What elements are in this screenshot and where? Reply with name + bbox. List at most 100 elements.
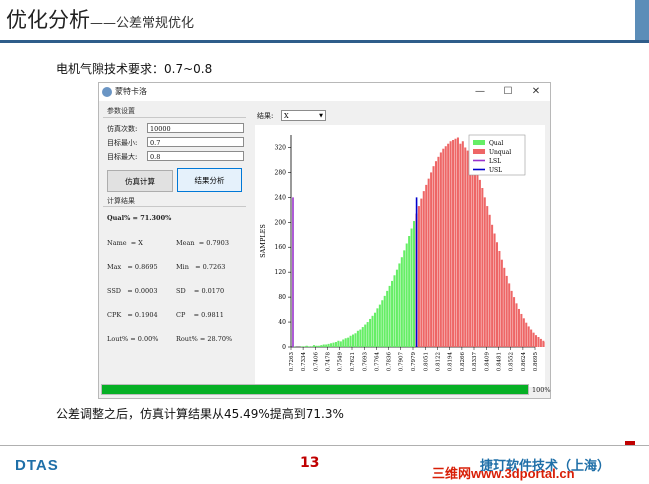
target-max-label: 目标最大: [107, 153, 138, 161]
progress-bar [101, 384, 529, 395]
result-selector[interactable]: X ▼ [281, 110, 326, 121]
histogram-bar [320, 345, 323, 347]
histogram-bar [530, 329, 533, 347]
target-min-label: 目标最小: [107, 139, 138, 147]
sim-count-label: 仿真次数: [107, 125, 138, 133]
progress-text: 100% [532, 386, 551, 394]
slide-title: 优化分析——公差常规优化 [6, 4, 194, 34]
histogram-bar [491, 224, 494, 347]
close-icon[interactable]: ✕ [523, 84, 549, 100]
histogram-bar [515, 303, 518, 347]
legend-swatch [473, 149, 485, 154]
histogram-bar [456, 137, 459, 347]
title-underline [0, 40, 649, 43]
legend-label: USL [489, 167, 502, 174]
histogram-bar [344, 338, 347, 347]
histogram-bar [366, 322, 369, 347]
x-tick-label: 0.8051 [423, 352, 429, 371]
histogram-bar [520, 313, 523, 347]
divider [103, 117, 246, 118]
histogram-bar [513, 297, 516, 347]
sim-count-input[interactable]: 10000 [147, 123, 244, 133]
x-tick-label: 0.7836 [387, 352, 393, 372]
x-tick-label: 0.7334 [301, 352, 307, 372]
target-min-input[interactable]: 0.7 [147, 137, 244, 147]
histogram-bar [303, 346, 306, 347]
histogram-bar [400, 257, 403, 347]
histogram-bar [388, 285, 391, 347]
histogram-bar [478, 179, 481, 347]
histogram-bar [454, 138, 457, 347]
y-tick-label: 160 [275, 244, 287, 251]
histogram-bar [305, 345, 308, 347]
stat-cp: CP = 0.9811 [176, 311, 224, 319]
left-panel: 参数设置 仿真次数: 10000 目标最小: 0.7 目标最大: 0.8 仿真计… [103, 103, 246, 379]
histogram-bar [413, 221, 416, 347]
x-tick-label: 0.8624 [521, 352, 527, 372]
legend-label: Unqual [489, 149, 511, 156]
histogram-bar [322, 344, 325, 347]
histogram-bar [481, 188, 484, 347]
histogram-chart: 0 40 80 120 160 200 240 280 320 SAMPLES 0.7263 0.73… [259, 134, 559, 372]
histogram-bar [417, 206, 420, 347]
histogram-bar [383, 295, 386, 347]
params-group-label: 参数设置 [107, 107, 135, 115]
histogram-bar [474, 164, 477, 347]
histogram-bar [349, 335, 352, 347]
histogram-bar [488, 214, 491, 347]
histogram-bar [522, 318, 525, 347]
maximize-icon[interactable]: ☐ [495, 84, 521, 100]
stat-rout: Rout% = 28.70% [176, 335, 233, 343]
histogram-bar [339, 341, 342, 347]
histogram-bar [373, 312, 376, 347]
y-tick-label: 120 [275, 269, 287, 276]
histogram-bar [403, 250, 406, 347]
histogram-bar [432, 166, 435, 347]
histogram-bar [300, 346, 303, 347]
x-tick-label: 0.7907 [399, 352, 405, 372]
histogram-bar [449, 141, 452, 347]
histogram-bar [381, 300, 384, 347]
histogram-bar [444, 146, 447, 347]
histogram-bar [422, 191, 425, 347]
histogram-bar [471, 159, 474, 347]
qual-percent: Qual% = 71.300% [107, 214, 172, 222]
y-tick-label: 200 [275, 219, 287, 226]
histogram-bar [308, 346, 311, 347]
histogram-bar [310, 346, 313, 347]
target-max-input[interactable]: 0.8 [147, 151, 244, 161]
stat-mean: Mean = 0.7903 [176, 239, 229, 247]
histogram-bar [405, 243, 408, 347]
slide-title-main: 优化分析 [6, 8, 90, 32]
histogram-bar [483, 197, 486, 347]
histogram-panel: 0 40 80 120 160 200 240 280 320 SAMPLES 0.7263 0.73… [255, 125, 559, 387]
footer-accent [625, 441, 635, 445]
result-selector-label: 结果: [257, 112, 274, 120]
y-tick-label: 80 [278, 294, 286, 301]
page-number: 13 [300, 455, 320, 471]
window-titlebar[interactable]: 蒙特卡洛 — ☐ ✕ [99, 83, 550, 101]
analyze-button[interactable]: 结果分析 [177, 168, 242, 192]
simulate-button[interactable]: 仿真计算 [107, 170, 173, 192]
window-title: 蒙特卡洛 [115, 87, 147, 96]
histogram-bar [325, 344, 328, 347]
monte-carlo-window: 蒙特卡洛 — ☐ ✕ 参数设置 仿真次数: 10000 目标最小: 0.7 目标… [98, 82, 559, 399]
histogram-bar [395, 269, 398, 347]
x-tick-label: 0.7549 [338, 352, 344, 372]
histogram-bar [510, 290, 513, 347]
stat-name: Name = X [107, 239, 143, 247]
histogram-bar [517, 308, 520, 347]
stat-max: Max = 0.8695 [107, 263, 158, 271]
histogram-bar [347, 337, 350, 347]
histogram-bar [369, 318, 372, 347]
minimize-icon[interactable]: — [467, 84, 493, 100]
histogram-bar [535, 335, 538, 347]
histogram-bar [437, 156, 440, 347]
histogram-bar [359, 329, 362, 347]
histogram-bar [361, 327, 364, 347]
y-axis-label: SAMPLES [259, 224, 267, 258]
histogram-bar [486, 206, 489, 347]
y-tick-label: 320 [275, 144, 287, 151]
histogram-bar [317, 345, 320, 347]
histogram-bar [315, 345, 318, 347]
